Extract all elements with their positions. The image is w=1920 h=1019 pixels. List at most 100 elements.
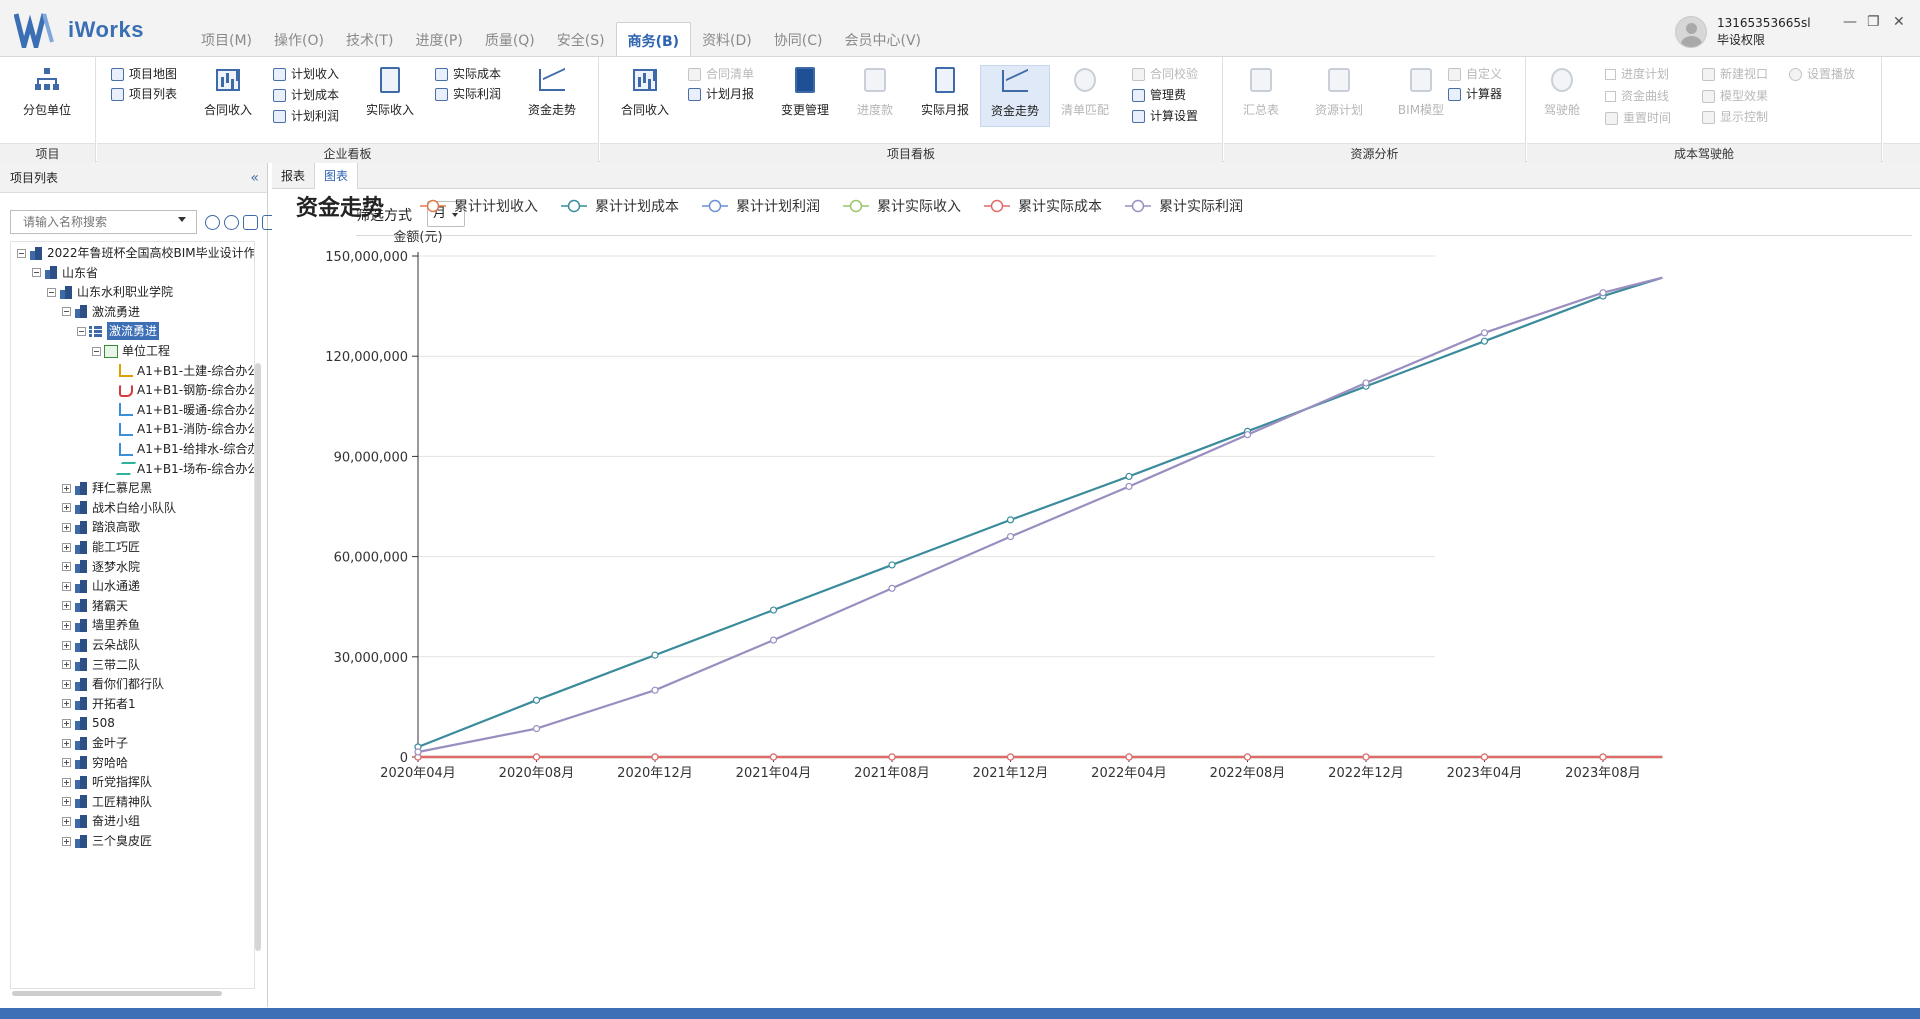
tree-node-team[interactable]: 踏浪高歌 (62, 518, 140, 536)
tree-node-team[interactable]: 山水通递 (62, 577, 140, 595)
gear-icon[interactable] (224, 214, 239, 230)
tree-node-team[interactable]: 逐梦水院 (62, 558, 140, 576)
menu-item-5[interactable]: 安全(S) (546, 22, 616, 56)
tree-node-team[interactable]: 508 (62, 714, 115, 732)
expand-icon[interactable] (62, 542, 71, 552)
collapse-icon[interactable] (17, 248, 26, 258)
tree-node-team[interactable]: 猪霸天 (62, 597, 128, 615)
contract-income-button[interactable]: 合同收入 (193, 65, 263, 127)
tree-node-province[interactable]: 山东省 (32, 264, 98, 282)
expand-icon[interactable] (62, 797, 71, 807)
tree-node-team[interactable]: 金叶子 (62, 734, 128, 752)
expand-icon[interactable] (62, 503, 71, 513)
expand-icon[interactable] (62, 738, 71, 748)
mgmt-fee-button[interactable]: 管理费 (1132, 86, 1186, 104)
calc-settings-button[interactable]: 计算设置 (1132, 107, 1198, 125)
playback-settings-button[interactable]: 设置播放 (1789, 65, 1855, 83)
pb-fund-trend-button[interactable]: 资金走势 (980, 65, 1050, 127)
project-map-button[interactable]: 项目地图 (111, 65, 177, 83)
user-info[interactable]: 13165353665sl 毕设权限 (1675, 15, 1811, 49)
summary-button[interactable]: 汇总表 (1226, 65, 1296, 127)
tree-node-team[interactable]: 三个臭皮匠 (62, 832, 152, 850)
expand-icon[interactable] (62, 522, 71, 532)
contract-list-button[interactable]: 合同清单 (688, 65, 754, 83)
resource-plan-button[interactable]: 资源计划 (1304, 65, 1374, 127)
tree-node-team[interactable]: 墙里养鱼 (62, 616, 140, 634)
new-viewport-button[interactable]: 新建视口 (1702, 65, 1768, 83)
tree-node-team[interactable]: 拜仁慕尼黑 (62, 479, 152, 497)
plan-monthly-button[interactable]: 计划月报 (688, 85, 754, 103)
progress-plan-checkbox[interactable]: 进度计划 (1605, 65, 1669, 83)
expand-icon[interactable] (62, 581, 71, 591)
tree-vertical-scrollbar[interactable] (255, 363, 261, 951)
collapse-icon[interactable] (47, 287, 56, 297)
expand-icon[interactable] (62, 620, 71, 630)
tree-horizontal-scrollbar[interactable] (12, 991, 222, 996)
minimize-icon[interactable]: — (1843, 14, 1857, 30)
tree-node-file[interactable]: A1+B1-土建-综合办公楼.YS (107, 362, 254, 380)
cockpit-button[interactable]: 驾驶舱 (1527, 65, 1597, 127)
menu-item-2[interactable]: 技术(T) (335, 22, 404, 56)
actual-cost-button[interactable]: 实际成本 (435, 65, 501, 83)
tree-node-team[interactable]: 战术白给小队队 (62, 499, 176, 517)
menu-item-4[interactable]: 质量(Q) (474, 22, 546, 56)
model-effect-button[interactable]: 模型效果 (1702, 87, 1768, 105)
tree-node-team[interactable]: 三带二队 (62, 656, 140, 674)
expand-icon[interactable] (62, 483, 71, 493)
collapse-icon[interactable] (77, 326, 86, 336)
expand-icon[interactable] (62, 718, 71, 728)
plan-income-button[interactable]: 计划收入 (273, 65, 339, 83)
tree-node-team[interactable]: 工匠精神队 (62, 793, 152, 811)
bill-match-button[interactable]: 清单匹配 (1050, 65, 1120, 127)
plan-cost-button[interactable]: 计划成本 (273, 86, 339, 104)
plan-profit-button[interactable]: 计划利润 (273, 107, 339, 125)
expand-icon[interactable] (62, 758, 71, 768)
collapse-icon[interactable] (62, 307, 71, 317)
tree-node-team[interactable]: 能工巧匠 (62, 538, 140, 556)
tree-node-team[interactable]: 穷哈哈 (62, 754, 128, 772)
actual-profit-button[interactable]: 实际利润 (435, 85, 501, 103)
tree-node-team[interactable]: 听党指挥队 (62, 773, 152, 791)
actual-income-button[interactable]: 实际收入 (355, 65, 425, 127)
tree-node-file[interactable]: A1+B1-暖通-综合办公楼.YS (107, 401, 254, 419)
tree-node-team[interactable]: 云朵战队 (62, 636, 140, 654)
expand-icon[interactable] (62, 601, 71, 611)
expand-icon[interactable] (62, 660, 71, 670)
bim-model-button[interactable]: BIM模型 (1386, 65, 1456, 127)
collapse-icon[interactable] (32, 268, 41, 278)
actual-monthly-button[interactable]: 实际月报 (910, 65, 980, 127)
menu-item-1[interactable]: 操作(O) (263, 22, 335, 56)
refresh-icon[interactable] (205, 214, 220, 230)
tree-node-file[interactable]: A1+B1-钢筋-综合办公楼.YS (107, 381, 254, 399)
tree-node-team[interactable]: 开拓者1 (62, 695, 136, 713)
menu-item-6[interactable]: 商务(B) (615, 22, 692, 56)
tree-node-file[interactable]: A1+B1-场布-综合办公楼.YS (107, 460, 254, 478)
menu-item-0[interactable]: 项目(M) (190, 22, 263, 56)
avatar[interactable] (1675, 16, 1707, 48)
menu-item-7[interactable]: 资料(D) (691, 22, 763, 56)
change-mgmt-button[interactable]: 变更管理 (770, 65, 840, 127)
collapse-icon[interactable]: « (250, 163, 259, 193)
tree-node-file[interactable]: A1+B1-给排水-综合办公楼.Y (107, 440, 254, 458)
close-icon[interactable]: ✕ (1893, 14, 1905, 30)
tree-node-file[interactable]: A1+B1-消防-综合办公楼.YS (107, 420, 254, 438)
subunit-button[interactable]: 分包单位 (12, 65, 82, 127)
reset-time-button[interactable]: 重置时间 (1605, 109, 1671, 127)
fund-curve-checkbox[interactable]: 资金曲线 (1605, 87, 1669, 105)
contract-check-button[interactable]: 合同校验 (1132, 65, 1198, 83)
tree-node-team[interactable]: 奋进小组 (62, 812, 140, 830)
tree-node-project[interactable]: 激流勇进 (77, 322, 160, 341)
restore-icon[interactable]: ❐ (1867, 14, 1880, 30)
collapse-icon[interactable] (92, 346, 101, 356)
expand-all-icon[interactable] (243, 214, 258, 230)
expand-icon[interactable] (62, 640, 71, 650)
tree-node-team[interactable]: 激流勇进 (62, 303, 140, 321)
project-search-input[interactable] (10, 210, 197, 234)
menu-item-8[interactable]: 协同(C) (763, 22, 834, 56)
menu-item-9[interactable]: 会员中心(V) (833, 22, 932, 56)
expand-icon[interactable] (62, 836, 71, 846)
expand-icon[interactable] (62, 679, 71, 689)
custom-button[interactable]: 自定义 (1448, 65, 1502, 83)
progress-payment-button[interactable]: 进度款 (840, 65, 910, 127)
menu-item-3[interactable]: 进度(P) (404, 22, 473, 56)
